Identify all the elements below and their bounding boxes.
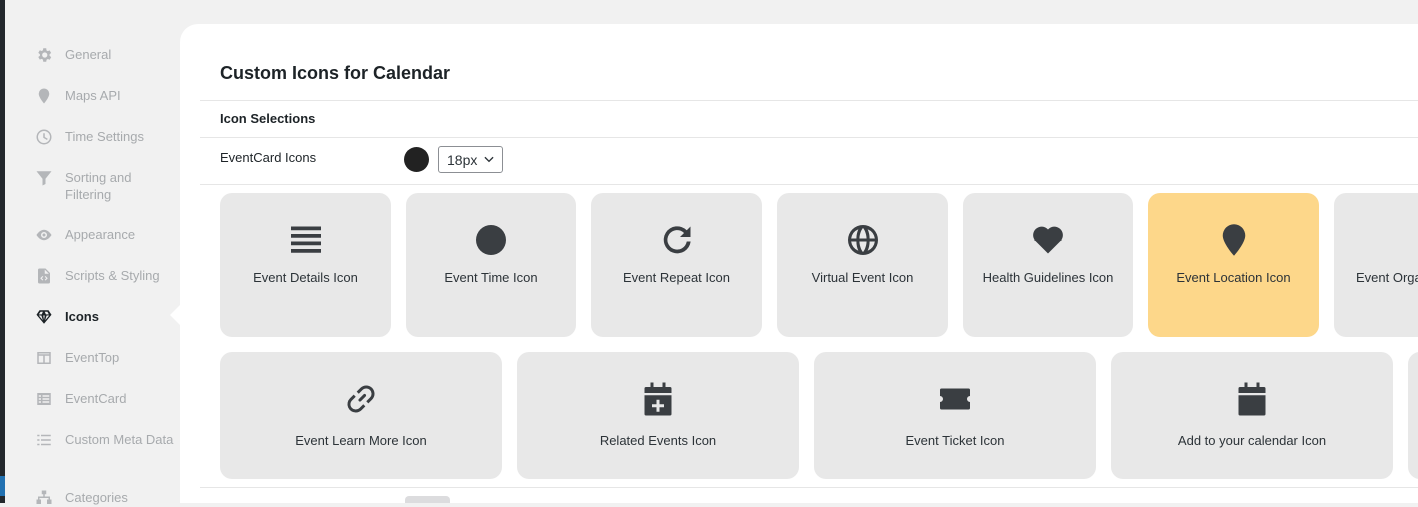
hierarchy-icon [34, 489, 54, 507]
icon-card-label: Related Events Icon [599, 433, 717, 448]
icon-card-add-to-calendar[interactable]: Add to your calendar Icon [1111, 352, 1393, 479]
partial-toggle-button[interactable] [405, 496, 450, 503]
settings-sidebar: General Maps API Time Settings Sorting a… [5, 0, 180, 505]
sidebar-item-categories[interactable]: Categories [34, 489, 180, 507]
align-justify-icon [288, 222, 324, 258]
icon-card-label: Event Ticket Icon [905, 433, 1005, 448]
icon-card-label: Health Guidelines Icon [982, 270, 1114, 285]
divider [200, 184, 1418, 185]
gem-icon [34, 308, 54, 326]
sidebar-item-label: Maps API [65, 88, 121, 103]
icon-card-label: Virtual Event Icon [811, 270, 914, 285]
calendar-plus-icon [640, 381, 676, 417]
heartbeat-icon [1030, 222, 1066, 258]
calendar-icon [1234, 381, 1270, 417]
icon-card-event-location[interactable]: Event Location Icon [1148, 193, 1319, 337]
page-title: Custom Icons for Calendar [220, 63, 451, 83]
clock-icon [473, 222, 509, 258]
icon-size-value: 18px [447, 151, 478, 168]
icon-card-virtual-event[interactable]: Virtual Event Icon [777, 193, 948, 337]
sidebar-item-label: EventTop [65, 350, 120, 365]
globe-icon [845, 222, 881, 258]
icon-card-event-learn-more[interactable]: Event Learn More Icon [220, 352, 502, 479]
gear-icon [34, 46, 54, 64]
icon-card-label: Event Learn More Icon [295, 433, 427, 448]
redo-icon [659, 222, 695, 258]
icon-card-event-organizer[interactable]: Event Orga [1334, 193, 1418, 337]
sidebar-item-label: Time Settings [65, 129, 144, 144]
sidebar-item-appearance[interactable]: Appearance [34, 226, 180, 244]
icon-card-event-details[interactable]: Event Details Icon [220, 193, 391, 337]
icon-card-event-repeat[interactable]: Event Repeat Icon [591, 193, 762, 337]
eye-icon [34, 226, 54, 244]
chevron-down-icon [484, 155, 494, 165]
sidebar-item-custom-meta-data[interactable]: Custom Meta Data [34, 431, 180, 449]
divider [200, 487, 1418, 488]
icon-size-select[interactable]: 18px [438, 146, 503, 173]
settings-panel: Custom Icons for Calendar Icon Selection… [180, 24, 1418, 503]
icon-card-event-time[interactable]: Event Time Icon [406, 193, 576, 337]
active-item-pointer [170, 305, 180, 325]
sidebar-item-eventtop[interactable]: EventTop [34, 349, 180, 367]
sidebar-item-label: Sorting and Filtering [65, 170, 132, 202]
sidebar-item-eventcard[interactable]: EventCard [34, 390, 180, 408]
map-pin-icon [1216, 222, 1252, 258]
sidebar-item-general[interactable]: General [34, 46, 180, 64]
clock-icon [34, 128, 54, 146]
icon-card-label: Event Details Icon [253, 270, 358, 285]
setting-label: EventCard Icons [220, 150, 317, 165]
layout-icon [34, 349, 54, 367]
filter-icon [34, 169, 54, 187]
icon-card-label: Event Orga [1356, 270, 1418, 285]
icon-card-label: Event Time Icon [444, 270, 538, 285]
card-list-icon [34, 390, 54, 408]
sidebar-item-label: EventCard [65, 391, 127, 406]
icon-card-label: Event Location Icon [1176, 270, 1291, 285]
icon-color-picker[interactable] [404, 147, 429, 172]
icon-card-health-guidelines[interactable]: Health Guidelines Icon [963, 193, 1133, 337]
section-heading: Icon Selections [220, 111, 316, 126]
sidebar-item-label: General [65, 47, 112, 62]
sidebar-item-label: Custom Meta Data [65, 432, 174, 447]
ticket-icon [937, 381, 973, 417]
sidebar-item-label: Scripts & Styling [65, 268, 160, 283]
sidebar-item-maps-api[interactable]: Maps API [34, 87, 180, 105]
list-icon [34, 431, 54, 449]
icon-card-label: Event Repeat Icon [623, 270, 730, 285]
sidebar-item-label: Categories [65, 490, 128, 505]
icon-card-related-events[interactable]: Related Events Icon [517, 352, 799, 479]
sidebar-item-label: Appearance [65, 227, 136, 242]
divider [200, 137, 1418, 138]
sidebar-item-sorting-filtering[interactable]: Sorting and Filtering [34, 169, 180, 203]
sidebar-item-icons[interactable]: Icons [34, 308, 180, 326]
sidebar-item-time-settings[interactable]: Time Settings [34, 128, 180, 146]
code-file-icon [34, 267, 54, 285]
icon-card-event-ticket[interactable]: Event Ticket Icon [814, 352, 1096, 479]
sidebar-item-label: Icons [65, 309, 99, 324]
map-pin-icon [34, 87, 54, 105]
divider [200, 100, 1418, 101]
icon-card-partial[interactable] [1408, 352, 1418, 479]
sidebar-item-scripts-styling[interactable]: Scripts & Styling [34, 267, 180, 285]
link-icon [343, 381, 379, 417]
icon-card-label: Add to your calendar Icon [1177, 433, 1327, 448]
